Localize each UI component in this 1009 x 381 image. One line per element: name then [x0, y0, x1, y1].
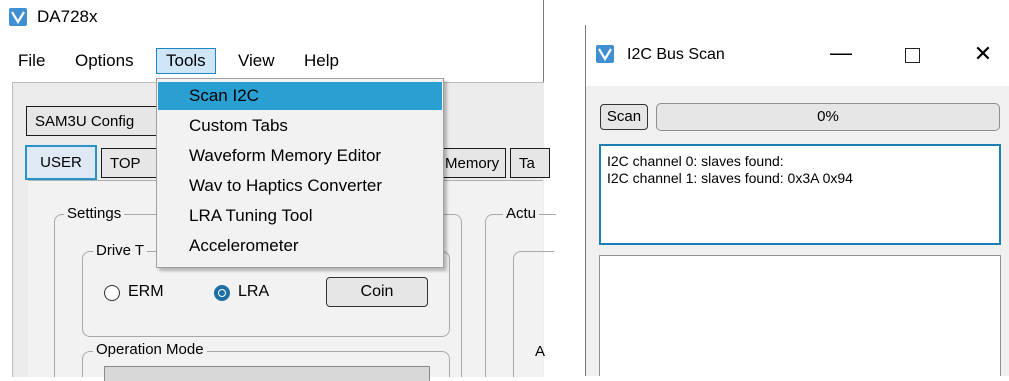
- menu-file[interactable]: File: [11, 50, 52, 72]
- tab-user[interactable]: USER: [25, 145, 97, 180]
- window-title: I2C Bus Scan: [627, 46, 725, 63]
- lra-radio-label: LRA: [238, 283, 270, 300]
- actuator-group-label: Actu: [503, 205, 540, 223]
- window-title: DA728x: [37, 7, 98, 26]
- app-icon: [9, 8, 27, 26]
- scan-button[interactable]: Scan: [600, 104, 648, 130]
- maximize-icon[interactable]: [897, 40, 927, 70]
- menu-item-wav-to-haptics[interactable]: Wav to Haptics Converter: [158, 172, 442, 200]
- result-line: I2C channel 1: slaves found: 0x3A 0x94: [607, 170, 853, 186]
- tab-top[interactable]: TOP: [101, 148, 159, 178]
- actuator-subgroup: [513, 251, 554, 377]
- lra-radio[interactable]: [214, 285, 230, 301]
- minimize-icon[interactable]: —: [826, 40, 856, 70]
- result-line: I2C channel 0: slaves found:: [607, 153, 784, 169]
- menu-view[interactable]: View: [231, 50, 282, 72]
- menu-help[interactable]: Help: [297, 50, 346, 72]
- tab-ta[interactable]: Ta: [510, 148, 550, 178]
- menu-tools[interactable]: Tools: [156, 48, 216, 74]
- menu-bar: File Options Tools View Help: [0, 46, 543, 76]
- tab-sam3u-config[interactable]: SAM3U Config: [26, 106, 166, 136]
- menu-item-waveform-memory-editor[interactable]: Waveform Memory Editor: [158, 142, 442, 170]
- erm-radio-label: ERM: [128, 283, 164, 300]
- tab-memory[interactable]: Memory: [436, 148, 506, 178]
- app-icon: [596, 45, 614, 63]
- menu-item-lra-tuning-tool[interactable]: LRA Tuning Tool: [158, 202, 442, 230]
- menu-options[interactable]: Options: [68, 50, 141, 72]
- close-icon[interactable]: ✕: [968, 40, 998, 70]
- erm-radio[interactable]: [104, 285, 120, 301]
- settings-group-label: Settings: [64, 205, 125, 223]
- actuator-field-label: A: [535, 343, 546, 360]
- operation-mode-select[interactable]: [104, 366, 430, 381]
- scan-progress-bar: 0%: [656, 103, 1000, 131]
- menu-item-custom-tabs[interactable]: Custom Tabs: [158, 112, 442, 140]
- coin-button[interactable]: Coin: [326, 277, 428, 307]
- tools-dropdown-menu: Scan I2C Custom Tabs Waveform Memory Edi…: [156, 78, 444, 268]
- log-textbox[interactable]: [599, 255, 1001, 376]
- menu-item-scan-i2c[interactable]: Scan I2C: [158, 82, 442, 110]
- operation-mode-label: Operation Mode: [93, 341, 207, 359]
- menu-item-accelerometer[interactable]: Accelerometer: [158, 232, 442, 260]
- drive-type-group-label: Drive T: [93, 242, 148, 260]
